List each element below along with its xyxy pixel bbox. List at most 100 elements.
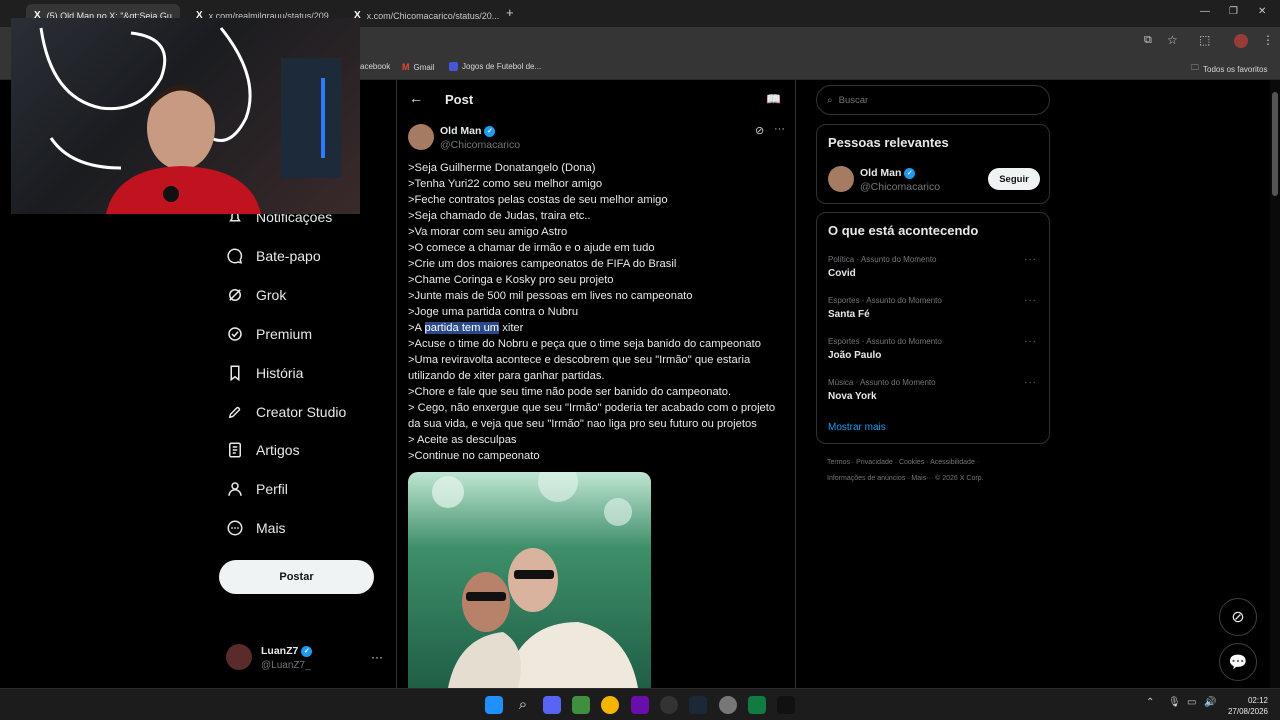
extensions-icon[interactable]: ⬚ [1199, 33, 1210, 47]
star-icon[interactable]: ☆ [1167, 33, 1178, 47]
trend-more-icon[interactable]: ··· [1024, 377, 1037, 388]
clock[interactable]: 02:12 27/08/2026 [1222, 695, 1268, 717]
post-line: >Tenha Yuri22 como seu melhor amigo [408, 178, 603, 190]
follow-button[interactable]: Seguir [988, 168, 1040, 190]
post-photo [432, 472, 638, 688]
account-name-text: LuanZ7 [261, 645, 299, 657]
reader-view-icon[interactable]: 📖 [766, 92, 781, 106]
post-line: utilizando de xiter para ganhar partidas… [408, 370, 605, 382]
back-arrow-icon[interactable]: ← [409, 90, 423, 106]
relevant-avatar[interactable] [828, 166, 854, 192]
account-more-icon[interactable]: ··· [371, 650, 383, 664]
footer-links-2[interactable]: Informações de anúncios · Mais··· © 2026… [827, 475, 984, 482]
trend-title: João Paulo [828, 350, 882, 361]
trend-more-icon[interactable]: ··· [1024, 336, 1037, 347]
post-line: >Seja Guilherme Donatangelo (Dona) [408, 162, 596, 174]
account-name[interactable]: LuanZ7 ✓ [261, 645, 313, 657]
author-avatar[interactable] [408, 124, 434, 150]
premium-icon [228, 327, 242, 341]
author-name[interactable]: Old Man ✓ [440, 125, 496, 137]
install-app-icon[interactable]: ⧉ [1144, 34, 1152, 47]
menu-kebab-icon[interactable]: ⋮ [1262, 33, 1274, 47]
new-tab-button[interactable]: + [506, 5, 514, 20]
app-icon[interactable] [660, 696, 678, 714]
post-line-highlighted: >A partida tem um xiter [408, 320, 775, 336]
chevron-up-icon[interactable]: ⌃ [1146, 697, 1154, 708]
search-input[interactable]: Buscar [839, 95, 869, 106]
selected-text[interactable]: partida tem um [424, 322, 500, 334]
relevant-people-card: Pessoas relevantes Old Man ✓ @Chicomacar… [816, 124, 1050, 204]
avatar[interactable] [1234, 34, 1248, 48]
bookmark-facebook[interactable]: acebook [360, 62, 390, 71]
grok-floating-button[interactable]: ⊘ [1219, 598, 1257, 636]
search-icon[interactable]: ⌕ [514, 696, 532, 714]
postar-button[interactable]: Postar [219, 560, 374, 594]
verified-badge-icon: ✓ [301, 645, 313, 657]
relevant-name[interactable]: Old Man ✓ [860, 167, 916, 179]
app-icon[interactable] [572, 696, 590, 714]
sidebar-item-grok[interactable]: Grok [226, 286, 286, 304]
post-column: ← Post 📖 Old Man ✓ @Chicomacarico ⊘ ··· … [396, 80, 796, 688]
bookmark-gmail[interactable]: M Gmail [402, 62, 434, 72]
grok-explain-icon[interactable]: ⊘ [755, 124, 764, 137]
microphone-icon[interactable]: 🎙 [1168, 697, 1181, 708]
trend-item[interactable]: Esportes · Assunto do Momento Santa Fé [828, 296, 1038, 320]
bookmark-label: Jogos de Futebol de... [462, 62, 542, 71]
trend-item[interactable]: Música · Assunto do Momento Nova York [828, 378, 1038, 402]
sidebar-item-bate-papo[interactable]: Bate-papo [226, 247, 321, 265]
search-box[interactable]: ⌕ Buscar [816, 85, 1050, 115]
steam-icon[interactable] [689, 696, 707, 714]
account-handle: @LuanZ7_ [261, 660, 311, 671]
sidebar-item-creator-studio[interactable]: Creator Studio [226, 403, 346, 421]
minimize-icon[interactable]: — [1200, 6, 1210, 17]
post-more-icon[interactable]: ··· [774, 123, 785, 135]
volume-icon[interactable]: 🔊 [1204, 697, 1216, 708]
network-icon[interactable]: ▭ [1187, 697, 1196, 708]
grok-icon [229, 289, 241, 301]
app-icon[interactable] [777, 696, 795, 714]
trend-item[interactable]: Política · Assunto do Momento Covid [828, 255, 1038, 279]
sidebar-item-historia[interactable]: História [226, 364, 303, 382]
sidebar-item-artigos[interactable]: Artigos [226, 441, 300, 459]
account-avatar[interactable] [226, 644, 252, 670]
chrome-icon[interactable] [601, 696, 619, 714]
post-line: >Joge uma partida contra o Nubru [408, 306, 579, 318]
relevant-title: Pessoas relevantes [828, 135, 949, 150]
post-line: >Junte mais de 500 mil pessoas em lives … [408, 290, 693, 302]
game-site-icon [449, 62, 458, 71]
post-line: >Va morar com seu amigo Astro [408, 226, 568, 238]
trend-title: Santa Fé [828, 309, 870, 320]
discord-icon[interactable] [543, 696, 561, 714]
trend-more-icon[interactable]: ··· [1024, 295, 1037, 306]
sidebar-item-premium[interactable]: Premium [226, 325, 312, 343]
browser-tab-3[interactable]: X x.com/Chicomacarico/status/20... ✕ [346, 4, 500, 27]
trend-meta: Esportes · Assunto do Momento [828, 337, 942, 346]
next-app-icon[interactable] [631, 696, 649, 714]
post-line: >O comece a chamar de irmão e o ajude em… [408, 242, 655, 254]
scrollbar-thumb[interactable] [1272, 92, 1278, 196]
relevant-name-text: Old Man [860, 167, 902, 179]
post-line: >Acuse o time do Nobru e peça que o time… [408, 338, 761, 350]
excel-icon[interactable] [748, 696, 766, 714]
bookmark-icon [230, 365, 240, 382]
close-window-icon[interactable]: ✕ [1258, 6, 1266, 17]
grok-icon: ⊘ [1231, 609, 1245, 626]
chat-floating-button[interactable]: 💬 [1219, 643, 1257, 681]
scrollbar[interactable] [1270, 80, 1280, 688]
settings-icon[interactable] [719, 696, 737, 714]
footer-links[interactable]: Termos · Privacidade · Cookies · Acessib… [827, 459, 979, 466]
trend-item[interactable]: Esportes · Assunto do Momento João Paulo [828, 337, 1038, 361]
windows-start-icon[interactable] [485, 696, 503, 714]
bookmark-jogos[interactable]: Jogos de Futebol de... [449, 62, 541, 71]
post-line: >Crie um dos maiores campeonatos de FIFA… [408, 258, 677, 270]
post-body: >Seja Guilherme Donatangelo (Dona) >Tenh… [408, 160, 775, 464]
gmail-icon: M [402, 62, 410, 72]
restore-icon[interactable]: ❐ [1229, 6, 1238, 17]
all-favorites-folder[interactable]: 🗀 Todos os favoritos [1191, 62, 1267, 76]
trend-more-icon[interactable]: ··· [1024, 254, 1037, 265]
sidebar-item-mais[interactable]: Mais [226, 519, 286, 537]
sidebar-item-label: Bate-papo [256, 248, 321, 264]
post-image[interactable] [408, 472, 651, 688]
sidebar-item-perfil[interactable]: Perfil [226, 480, 288, 498]
show-more-link[interactable]: Mostrar mais [828, 422, 886, 433]
